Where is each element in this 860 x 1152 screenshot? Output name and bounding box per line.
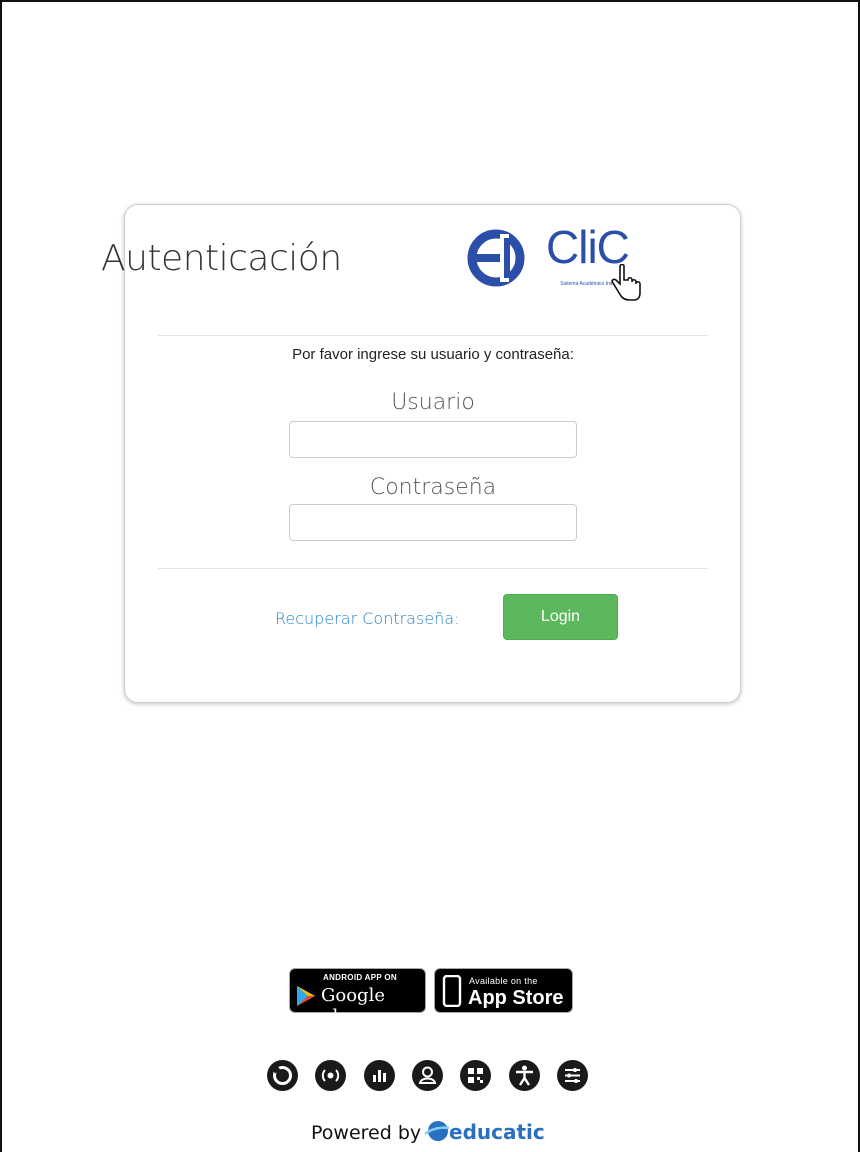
login-instructions: Por favor ingrese su usuario y contraseñ…	[292, 346, 574, 363]
accessibility-icon[interactable]	[509, 1060, 540, 1091]
qr-code-icon[interactable]	[460, 1060, 491, 1091]
refresh-icon[interactable]	[267, 1060, 298, 1091]
header-divider	[158, 335, 708, 336]
radio-icon[interactable]	[315, 1060, 346, 1091]
chart-icon[interactable]	[364, 1060, 395, 1091]
username-input[interactable]	[289, 421, 577, 458]
phone-icon	[442, 975, 462, 1007]
settings-icon[interactable]	[557, 1060, 588, 1091]
google-play-small-text: ANDROID APP ON	[323, 973, 397, 982]
pointer-hand-icon	[611, 264, 641, 301]
google-play-icon	[297, 986, 315, 1006]
footer-icon-row	[267, 1060, 597, 1094]
user-icon[interactable]	[412, 1060, 443, 1091]
app-store-big-text: App Store	[468, 987, 564, 1009]
powered-by-text: Powered by	[311, 1122, 422, 1144]
clic-logo-mark-icon	[467, 229, 525, 287]
recover-password-link[interactable]: Recuperar Contraseña:	[275, 609, 460, 628]
google-play-big-text: Google play	[321, 985, 385, 1027]
page-title: Autenticación	[101, 238, 342, 279]
educatic-brand[interactable]: educatic	[449, 1120, 545, 1144]
password-label: Contraseña	[369, 475, 497, 500]
educatic-logo-icon	[424, 1121, 450, 1141]
password-input[interactable]	[289, 504, 577, 541]
username-label: Usuario	[391, 390, 475, 415]
form-divider	[158, 568, 708, 569]
google-play-badge[interactable]: ANDROID APP ON Google play	[289, 968, 426, 1027]
app-store-badge[interactable]: Available on the App Store	[434, 968, 573, 1013]
app-store-small-text: Available on the	[469, 976, 538, 986]
login-button[interactable]: Login	[503, 594, 618, 640]
